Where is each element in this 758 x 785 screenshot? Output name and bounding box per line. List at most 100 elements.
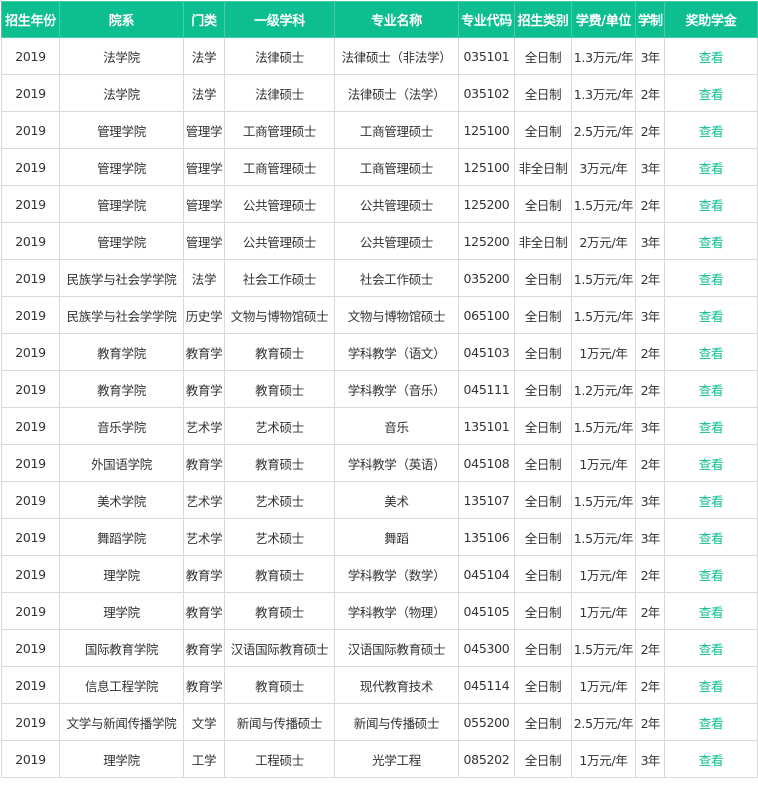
- table-row: 2019 民族学与社会学学院 法学 社会工作硕士 社会工作硕士 035200 全日制 1.5万…: [1, 259, 758, 297]
- cell-department: 民族学与社会学学院: [59, 259, 184, 297]
- cell-duration: 3年: [635, 481, 665, 519]
- cell-major-name: 舞蹈: [334, 518, 459, 556]
- cell-major-name: 汉语国际教育硕士: [334, 629, 459, 667]
- cell-category: 文学: [183, 703, 225, 741]
- cell-tuition: 1万元/年: [571, 555, 636, 593]
- table-row: 2019 信息工程学院 教育学 教育硕士 现代教育技术 045114 全日制 1万元/年 2年查…: [1, 666, 758, 704]
- cell-year: 2019: [1, 370, 60, 408]
- cell-year: 2019: [1, 222, 60, 260]
- cell-scholarship-link[interactable]: 查看: [664, 111, 758, 149]
- cell-year: 2019: [1, 666, 60, 704]
- cell-first-level-discipline: 艺术硕士: [224, 407, 335, 445]
- cell-major-name: 现代教育技术: [334, 666, 459, 704]
- table-row: 2019 舞蹈学院 艺术学 艺术硕士 舞蹈 135106 全日制 1.5万元/年 3年 查看: [1, 518, 758, 556]
- cell-major-code: 125200: [458, 222, 515, 260]
- cell-scholarship-link[interactable]: 查看: [664, 592, 758, 630]
- cell-major-code: 035200: [458, 259, 515, 297]
- header-year: 招生年份: [1, 1, 60, 38]
- table-row: 2019 音乐学院 艺术学 艺术硕士 音乐 135101 全日制 1.5万元/年 3年 查看: [1, 407, 758, 445]
- cell-scholarship-link[interactable]: 查看: [664, 148, 758, 186]
- cell-duration: 2年: [635, 592, 665, 630]
- cell-duration: 3年: [635, 518, 665, 556]
- cell-first-level-discipline: 新闻与传播硕士: [224, 703, 335, 741]
- cell-tuition: 1.5万元/年: [571, 481, 636, 519]
- header-major-code: 专业代码: [458, 1, 515, 38]
- table-body: 2019 法学院 法学 法律硕士 法律硕士（非法学） 035101 全日制 1.3万元/年 3年…: [1, 37, 758, 778]
- cell-tuition: 1.3万元/年: [571, 74, 636, 112]
- table-row: 2019 法学院 法学 法律硕士 法律硕士（法学） 035102 全日制 1.3万元/年 2年查…: [1, 74, 758, 112]
- admissions-table: 招生年份 院系 门类 一级学科 专业名称 专业代码 招生类别 学费/单位 学制 …: [1, 1, 758, 778]
- cell-scholarship-link[interactable]: 查看: [664, 666, 758, 704]
- cell-category: 艺术学: [183, 407, 225, 445]
- cell-first-level-discipline: 公共管理硕士: [224, 222, 335, 260]
- cell-major-name: 新闻与传播硕士: [334, 703, 459, 741]
- cell-year: 2019: [1, 333, 60, 371]
- cell-major-name: 学科教学（英语）: [334, 444, 459, 482]
- cell-duration: 3年: [635, 148, 665, 186]
- cell-category: 教育学: [183, 370, 225, 408]
- cell-department: 信息工程学院: [59, 666, 184, 704]
- cell-scholarship-link[interactable]: 查看: [664, 74, 758, 112]
- cell-tuition: 1万元/年: [571, 666, 636, 704]
- cell-major-name: 法律硕士（非法学）: [334, 37, 459, 75]
- cell-first-level-discipline: 教育硕士: [224, 555, 335, 593]
- cell-enrollment-type: 全日制: [514, 666, 572, 704]
- cell-scholarship-link[interactable]: 查看: [664, 296, 758, 334]
- cell-scholarship-link[interactable]: 查看: [664, 629, 758, 667]
- cell-duration: 3年: [635, 740, 665, 778]
- cell-year: 2019: [1, 592, 60, 630]
- cell-scholarship-link[interactable]: 查看: [664, 259, 758, 297]
- cell-duration: 3年: [635, 222, 665, 260]
- cell-scholarship-link[interactable]: 查看: [664, 740, 758, 778]
- cell-tuition: 1.5万元/年: [571, 185, 636, 223]
- cell-category: 历史学: [183, 296, 225, 334]
- cell-enrollment-type: 全日制: [514, 629, 572, 667]
- cell-enrollment-type: 全日制: [514, 296, 572, 334]
- cell-scholarship-link[interactable]: 查看: [664, 185, 758, 223]
- cell-scholarship-link[interactable]: 查看: [664, 407, 758, 445]
- table-row: 2019 管理学院 管理学 公共管理硕士 公共管理硕士 125200 全日制 1.5万元/年 2…: [1, 185, 758, 223]
- cell-department: 管理学院: [59, 185, 184, 223]
- cell-major-name: 文物与博物馆硕士: [334, 296, 459, 334]
- cell-scholarship-link[interactable]: 查看: [664, 222, 758, 260]
- cell-scholarship-link[interactable]: 查看: [664, 37, 758, 75]
- table-row: 2019 美术学院 艺术学 艺术硕士 美术 135107 全日制 1.5万元/年 3年 查看: [1, 481, 758, 519]
- cell-department: 教育学院: [59, 370, 184, 408]
- header-category: 门类: [183, 1, 225, 38]
- cell-duration: 2年: [635, 370, 665, 408]
- cell-scholarship-link[interactable]: 查看: [664, 555, 758, 593]
- header-enrollment-type: 招生类别: [514, 1, 572, 38]
- cell-scholarship-link[interactable]: 查看: [664, 333, 758, 371]
- table-row: 2019 教育学院 教育学 教育硕士 学科教学（音乐） 045111 全日制 1.2万元/年 2…: [1, 370, 758, 408]
- cell-enrollment-type: 全日制: [514, 111, 572, 149]
- cell-first-level-discipline: 法律硕士: [224, 74, 335, 112]
- cell-scholarship-link[interactable]: 查看: [664, 370, 758, 408]
- cell-scholarship-link[interactable]: 查看: [664, 444, 758, 482]
- cell-scholarship-link[interactable]: 查看: [664, 518, 758, 556]
- table-row: 2019 理学院 教育学 教育硕士 学科教学（物理） 045105 全日制 1万元/年 2年 查看: [1, 592, 758, 630]
- cell-tuition: 2.5万元/年: [571, 111, 636, 149]
- cell-category: 教育学: [183, 592, 225, 630]
- cell-first-level-discipline: 教育硕士: [224, 370, 335, 408]
- cell-first-level-discipline: 文物与博物馆硕士: [224, 296, 335, 334]
- cell-department: 理学院: [59, 740, 184, 778]
- cell-major-name: 美术: [334, 481, 459, 519]
- cell-year: 2019: [1, 629, 60, 667]
- cell-major-name: 工商管理硕士: [334, 148, 459, 186]
- cell-year: 2019: [1, 148, 60, 186]
- cell-department: 管理学院: [59, 148, 184, 186]
- cell-scholarship-link[interactable]: 查看: [664, 481, 758, 519]
- cell-scholarship-link[interactable]: 查看: [664, 703, 758, 741]
- cell-major-code: 125100: [458, 111, 515, 149]
- cell-tuition: 1.5万元/年: [571, 629, 636, 667]
- cell-first-level-discipline: 公共管理硕士: [224, 185, 335, 223]
- cell-duration: 2年: [635, 555, 665, 593]
- cell-department: 民族学与社会学学院: [59, 296, 184, 334]
- cell-enrollment-type: 全日制: [514, 740, 572, 778]
- cell-enrollment-type: 非全日制: [514, 222, 572, 260]
- cell-enrollment-type: 全日制: [514, 333, 572, 371]
- cell-major-code: 045114: [458, 666, 515, 704]
- cell-first-level-discipline: 教育硕士: [224, 592, 335, 630]
- cell-category: 教育学: [183, 666, 225, 704]
- cell-year: 2019: [1, 37, 60, 75]
